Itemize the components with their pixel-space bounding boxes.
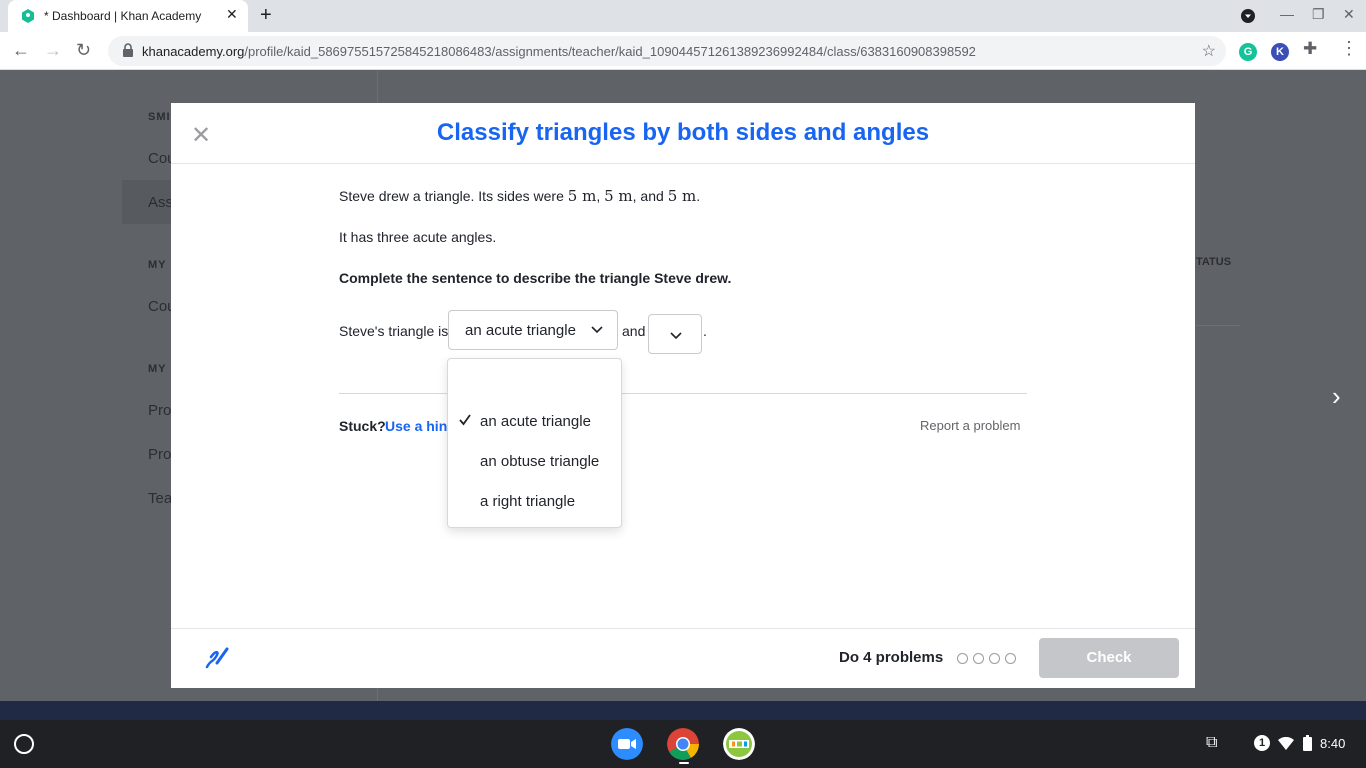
dropdown-option-acute[interactable]: an acute triangle [480,413,591,430]
sidebar-heading: MY [148,259,167,271]
menu-kebab-icon[interactable]: ⋮ [1340,38,1358,59]
sentence-prefix: Steve's triangle is [339,323,449,339]
status-column-header: TATUS [1196,256,1232,268]
browser-toolbar: ← → ↻ khanacademy.org/profile/kaid_58697… [0,32,1366,70]
khan-academy-favicon-icon [22,9,34,23]
scratchpad-icon[interactable] [203,643,231,673]
extensions-puzzle-icon[interactable]: ✚ [1303,39,1317,59]
sentence-and: and [622,323,646,339]
table-divider [1196,325,1240,326]
dropdown-option-right[interactable]: a right triangle [480,493,575,510]
grammarly-extension-icon[interactable]: G [1239,43,1257,61]
footer-divider [171,628,1195,629]
angle-type-select[interactable]: an acute triangle [448,310,618,350]
reload-icon[interactable]: ↻ [76,40,91,61]
checkmark-icon [459,414,471,426]
sentence-period: . [703,323,707,339]
stuck-label: Stuck? [339,418,386,434]
chevron-down-icon [591,326,603,334]
sidebar-item-assignments[interactable]: Ass [148,194,173,211]
sidebar-heading: MY [148,363,167,375]
minimize-icon[interactable]: — [1280,6,1294,22]
battery-icon[interactable] [1303,735,1312,751]
chevron-down-icon [670,332,682,340]
select-value: an acute triangle [465,322,576,339]
holding-space-icon[interactable]: ⧉ [1206,734,1217,752]
lock-icon [123,43,133,57]
shelf-edge [0,701,1366,720]
angle-type-dropdown-menu: an acute triangle an obtuse triangle a r… [447,358,622,528]
tab-title: * Dashboard | Khan Academy [44,9,202,23]
browser-tabbar: * Dashboard | Khan Academy ✕ + — ❐ ✕ [0,0,1366,32]
new-tab-icon[interactable]: + [260,4,272,27]
address-bar[interactable]: khanacademy.org/profile/kaid_58697551572… [108,36,1226,66]
header-divider [171,163,1195,164]
chrome-app-icon[interactable] [667,728,699,760]
zoom-app-icon[interactable] [611,728,643,760]
wifi-icon[interactable] [1278,737,1294,751]
progress-dot [1005,653,1016,664]
tab-close-icon[interactable]: ✕ [226,6,238,23]
notification-badge[interactable]: 1 [1254,735,1270,751]
next-chevron-icon[interactable]: › [1332,381,1341,412]
check-button[interactable]: Check [1039,638,1179,678]
active-app-indicator [679,762,689,764]
content-divider [339,393,1027,394]
sidebar-item[interactable]: Pro [148,446,171,463]
modal-title: Classify triangles by both sides and ang… [436,119,930,146]
dropdown-option-obtuse[interactable]: an obtuse triangle [480,453,599,470]
use-hint-link[interactable]: Use a hint [385,418,452,434]
sidebar-heading: SMI [148,111,171,123]
sidebar-item[interactable]: Tea [148,490,172,507]
bookmark-star-icon[interactable]: ☆ [1202,41,1216,61]
ixl-app-icon[interactable] [723,728,755,760]
k-extension-icon[interactable]: K [1271,43,1289,61]
exercise-modal: ✕ Classify triangles by both sides and a… [171,103,1195,688]
os-shelf: ⧉ 1 8:40 [0,720,1366,768]
progress-dot [957,653,968,664]
progress-dot [973,653,984,664]
instruction-text: Complete the sentence to describe the tr… [339,270,732,286]
sidebar-item[interactable]: Pro [148,402,171,419]
url-text: khanacademy.org/profile/kaid_58697551572… [142,44,976,59]
forward-icon[interactable]: → [44,40,62,61]
profile-dropdown-icon[interactable] [1240,8,1256,24]
back-icon[interactable]: ← [12,40,30,61]
side-type-select[interactable] [648,314,702,354]
question-line-2: It has three acute angles. [339,229,497,245]
browser-tab[interactable]: * Dashboard | Khan Academy ✕ [8,0,248,32]
close-window-icon[interactable]: ✕ [1343,6,1355,23]
report-problem-link[interactable]: Report a problem [920,418,1020,433]
question-line-1: Steve drew a triangle. Its sides were 5 … [339,187,701,205]
restore-icon[interactable]: ❐ [1312,6,1325,23]
clock-time[interactable]: 8:40 [1320,736,1345,751]
progress-label: Do 4 problems [839,649,944,666]
launcher-icon[interactable] [14,734,34,754]
progress-dot [989,653,1000,664]
